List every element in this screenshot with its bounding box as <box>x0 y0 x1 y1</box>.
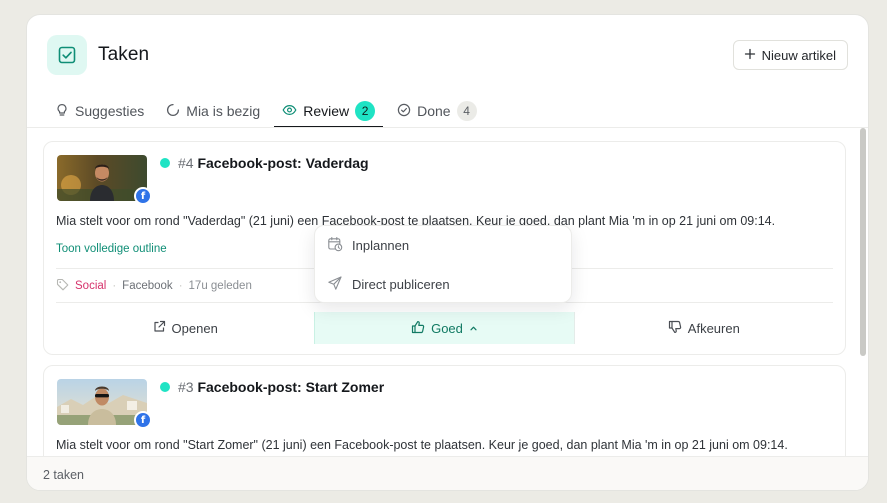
tab-label: Review <box>303 103 350 119</box>
open-button[interactable]: Openen <box>56 312 314 344</box>
done-count-badge: 4 <box>456 101 477 121</box>
scrollbar-thumb[interactable] <box>860 128 866 356</box>
task-meta: Social · Facebook · 17u geleden <box>56 278 252 294</box>
review-count-badge: 2 <box>355 101 376 121</box>
approve-label: Goed <box>431 320 463 336</box>
reject-label: Afkeuren <box>687 320 740 336</box>
thumbs-down-icon <box>668 320 682 337</box>
status-dot <box>160 158 170 168</box>
check-circle-icon <box>397 103 411 120</box>
show-outline-link[interactable]: Toon volledige outline <box>56 243 167 255</box>
lightbulb-icon <box>55 103 69 120</box>
thumbs-up-icon <box>411 320 425 337</box>
calendar-clock-icon <box>327 236 343 255</box>
external-link-icon <box>153 320 166 336</box>
platform-label: Facebook <box>122 280 173 292</box>
card-title: #4 Facebook-post: Vaderdag <box>178 155 369 171</box>
category-tag: Social <box>75 280 107 292</box>
menu-item-label: Inplannen <box>352 237 410 253</box>
task-number: #4 <box>178 155 194 171</box>
tab-suggesties[interactable]: Suggesties <box>47 95 152 127</box>
reject-button[interactable]: Afkeuren <box>575 312 833 344</box>
task-title: Facebook-post: Vaderdag <box>197 155 369 171</box>
loader-icon <box>166 103 180 120</box>
approve-dropdown-menu: Inplannen Direct publiceren <box>314 225 572 303</box>
status-dot <box>160 382 170 392</box>
meta-separator: · <box>178 280 183 292</box>
task-count: 2 taken <box>43 468 85 482</box>
send-icon <box>327 275 343 294</box>
header: Taken Nieuw artikel <box>27 15 868 95</box>
tag-icon <box>56 278 69 294</box>
timestamp: 17u geleden <box>188 280 252 292</box>
tab-mia-is-bezig[interactable]: Mia is bezig <box>158 95 268 127</box>
tab-label: Done <box>417 103 451 119</box>
tab-label: Mia is bezig <box>186 103 261 119</box>
tab-label: Suggesties <box>75 103 145 119</box>
menu-item-publish-now[interactable]: Direct publiceren <box>327 273 450 295</box>
task-number: #3 <box>178 379 194 395</box>
eye-icon <box>282 103 297 120</box>
tab-done[interactable]: Done 4 <box>389 95 484 127</box>
approve-button[interactable]: Goed <box>314 312 575 344</box>
footer: 2 taken <box>27 456 868 490</box>
task-title: Facebook-post: Start Zomer <box>197 379 385 395</box>
menu-item-schedule[interactable]: Inplannen <box>327 234 409 256</box>
card-title: #3 Facebook-post: Start Zomer <box>178 379 384 395</box>
task-description: Mia stelt voor om rond "Start Zomer" (21… <box>56 438 788 452</box>
chevron-up-icon <box>469 321 478 336</box>
task-card: f #3 Facebook-post: Start Zomer Mia stel… <box>43 365 846 456</box>
checkbox-icon <box>47 35 87 75</box>
new-article-label: Nieuw artikel <box>761 47 836 63</box>
menu-item-label: Direct publiceren <box>352 276 450 292</box>
tab-review[interactable]: Review 2 <box>274 95 384 128</box>
page-title: Taken <box>98 44 150 65</box>
open-label: Openen <box>171 320 218 336</box>
new-article-button[interactable]: Nieuw artikel <box>732 40 848 70</box>
scrollbar[interactable] <box>859 128 867 456</box>
facebook-icon: f <box>134 187 152 205</box>
plus-icon <box>744 48 756 63</box>
meta-separator: · <box>112 280 117 292</box>
tab-bar: Suggesties Mia is bezig Review 2 Done 4 <box>47 95 491 128</box>
facebook-icon: f <box>134 411 152 429</box>
card-actions: Openen Goed Afkeuren <box>56 312 833 344</box>
